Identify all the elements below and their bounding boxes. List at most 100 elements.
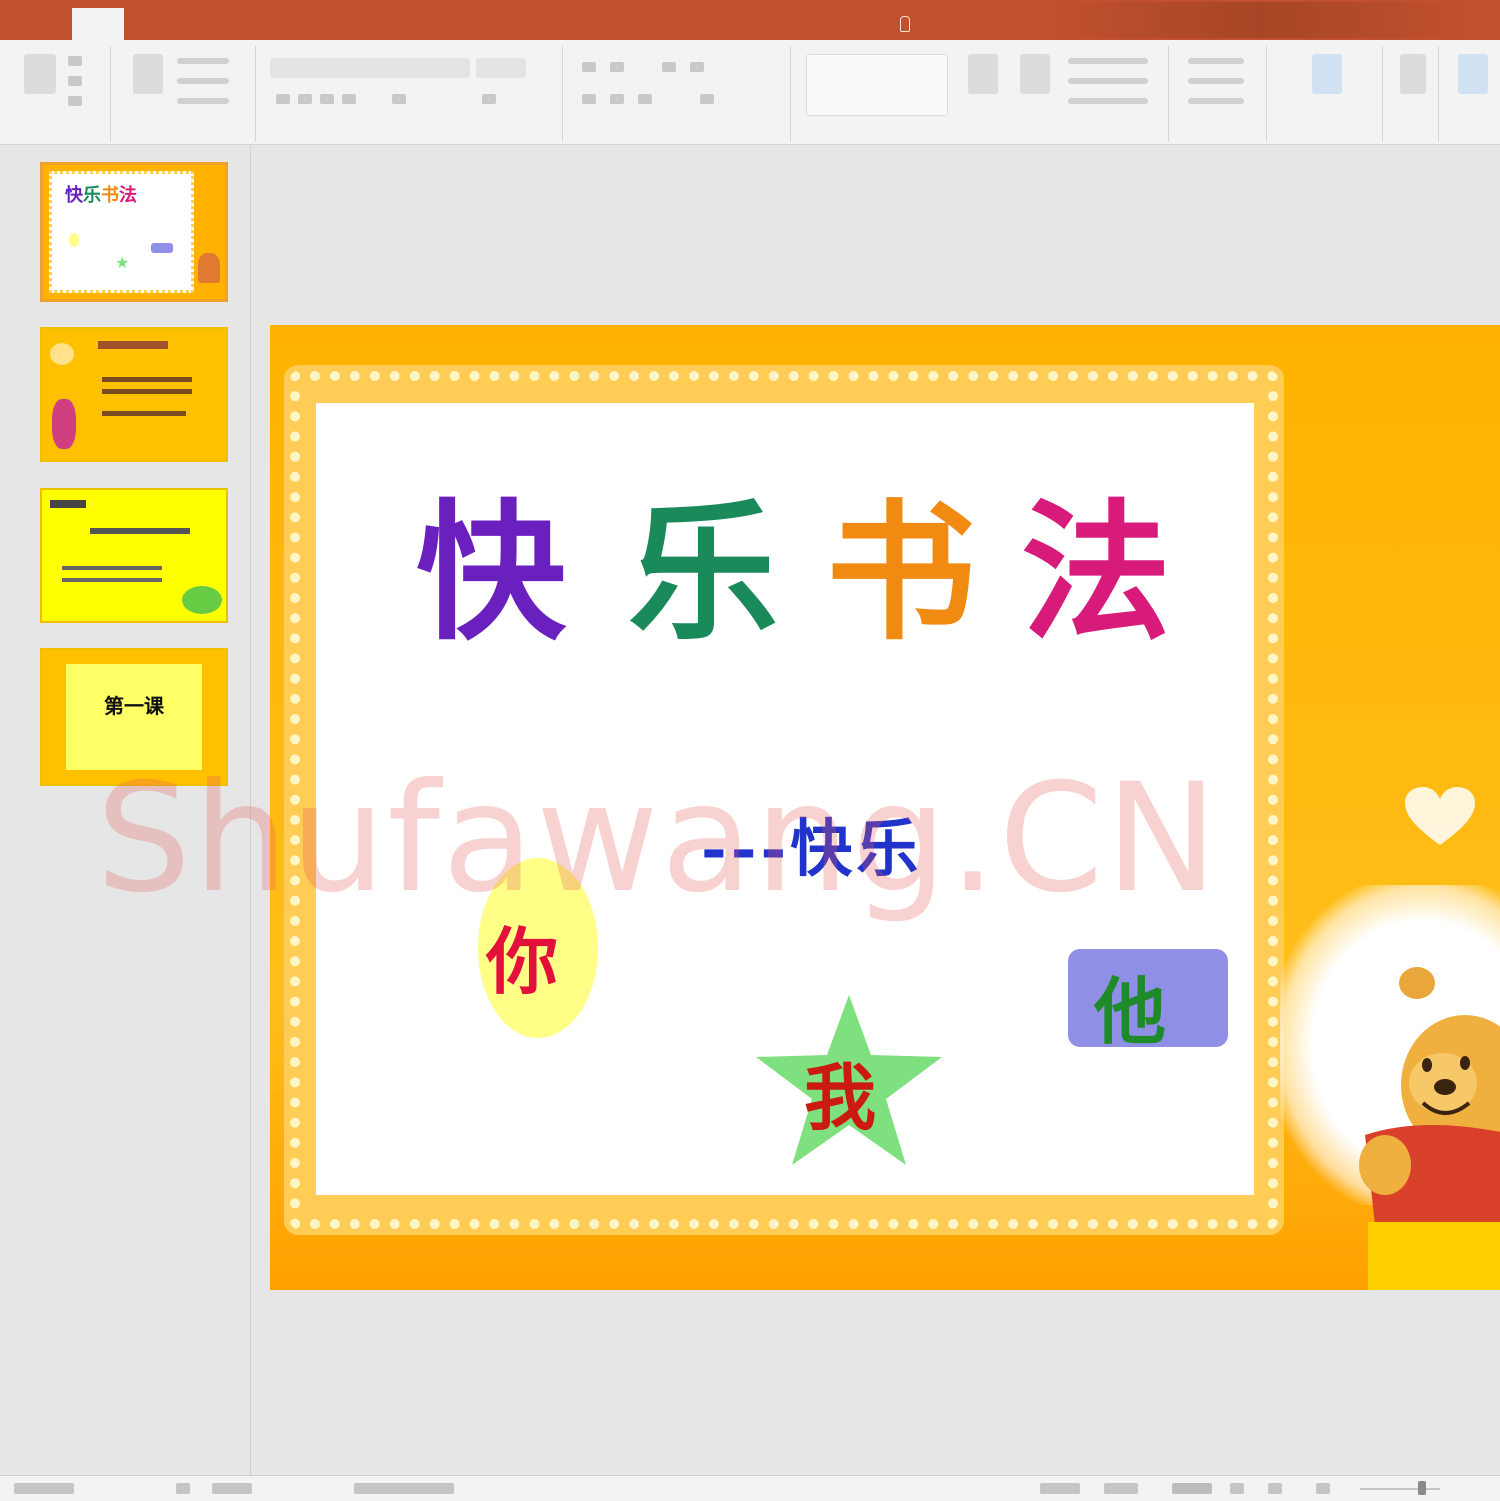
section-button[interactable] [177,98,229,104]
slideshow-icon[interactable] [1316,1483,1330,1494]
slides-group [115,46,256,142]
zoom-slider[interactable] [1360,1488,1440,1490]
font-name-select[interactable] [270,58,470,78]
heart-icon [1405,787,1475,845]
paragraph-group [570,46,791,142]
indent-icon[interactable] [662,62,676,72]
find-button[interactable] [1188,58,1244,64]
paste-icon[interactable] [24,54,56,94]
tab-review[interactable] [418,10,430,38]
thumbnail-2-heading [98,341,168,349]
status-bar [0,1475,1500,1501]
designer-group [1444,46,1500,142]
slide-thumbnail-1[interactable]: 快乐书法 ★ [40,162,228,302]
bold-icon[interactable] [276,94,290,104]
spellcheck-icon[interactable] [176,1483,190,1494]
font-group [262,46,563,142]
tell-me-search[interactable] [900,10,910,38]
reading-view-icon[interactable] [1268,1483,1282,1494]
layout-button[interactable] [177,58,229,64]
tab-file[interactable] [28,10,40,38]
thumbnail-2-figure [52,399,76,449]
char-spacing-icon[interactable] [392,94,406,104]
addin-icon[interactable] [1312,54,1342,94]
design-ideas-icon[interactable] [1458,54,1488,94]
thumbnail-2-line-2 [102,389,192,394]
thumbnail-1-oval [69,233,79,247]
line-spacing-icon[interactable] [690,62,704,72]
thumbnail-3-line-2 [62,566,162,570]
align-center-icon[interactable] [610,94,624,104]
thumbnail-1-bear [198,253,220,283]
tab-home[interactable] [72,8,124,40]
columns-icon[interactable] [700,94,714,104]
shapes-gallery[interactable] [806,54,948,116]
tab-view[interactable] [515,10,527,38]
slide-thumbnail-3[interactable] [40,488,228,623]
underline-icon[interactable] [320,94,334,104]
notes-button[interactable] [1040,1483,1080,1494]
tab-insert[interactable] [140,10,152,38]
slide-sorter-icon[interactable] [1230,1483,1244,1494]
format-painter-icon[interactable] [68,96,82,106]
thumbnail-3-line-3 [62,578,162,582]
shape-outline-button[interactable] [1068,78,1148,84]
tab-design[interactable] [195,10,207,38]
thumbnail-4-text: 第一课 [104,694,164,718]
quick-styles-icon[interactable] [1020,54,1050,94]
bear-illustration [1359,967,1500,1225]
numbering-icon[interactable] [610,62,624,72]
title-char-4[interactable]: 法 [1021,498,1171,648]
comments-button[interactable] [1104,1483,1138,1494]
normal-view-icon[interactable] [1172,1483,1212,1494]
accessibility-indicator[interactable] [354,1483,454,1494]
bullets-icon[interactable] [582,62,596,72]
align-left-icon[interactable] [582,94,596,104]
thumbnail-2-line-1 [102,377,192,382]
thumbnail-1-star: ★ [115,253,130,272]
title-char-1[interactable]: 快 [416,498,566,648]
thumbnail-1-rect [151,243,173,253]
language-indicator[interactable] [212,1483,252,1494]
tab-slideshow[interactable] [362,10,374,38]
arrange-icon[interactable] [968,54,998,94]
title-char-3[interactable]: 书 [826,498,976,648]
ribbon-tab-bar [0,0,1500,40]
shape-fill-button[interactable] [1068,58,1148,64]
font-color-icon[interactable] [482,94,496,104]
thumb-title-char-4: 法 [119,185,137,206]
drawing-group [798,46,1169,142]
title-bar-decoration [1050,2,1470,38]
dictate-icon[interactable] [1400,54,1426,94]
addin-group [1272,46,1383,142]
thumbnail-1-title: 快乐书法 [65,181,137,207]
cut-icon[interactable] [68,56,82,66]
tab-animations[interactable] [305,10,317,38]
tab-pdf[interactable] [680,10,692,38]
zoom-slider-handle[interactable] [1418,1481,1426,1495]
align-right-icon[interactable] [638,94,652,104]
replace-button[interactable] [1188,78,1244,84]
tab-help[interactable] [568,10,580,38]
italic-icon[interactable] [298,94,312,104]
thumbnail-3-figure [182,586,222,614]
tab-extra[interactable] [818,10,830,38]
title-char-2[interactable]: 乐 [628,498,778,648]
select-button[interactable] [1188,98,1244,104]
tab-format[interactable] [736,10,748,38]
shape-effects-button[interactable] [1068,98,1148,104]
copy-icon[interactable] [68,76,82,86]
reset-button[interactable] [177,78,229,84]
tab-addins[interactable] [624,10,636,38]
new-slide-icon[interactable] [133,54,163,94]
me-text[interactable]: 我 [804,1039,876,1144]
tab-transitions[interactable] [250,10,262,38]
slide-thumbnail-2[interactable] [40,327,228,462]
font-size-select[interactable] [476,58,526,78]
he-text[interactable]: 他 [1094,953,1166,1058]
lightbulb-icon [900,15,910,32]
thumb-title-char-2: 乐 [83,185,101,206]
editing-group [1176,46,1267,142]
shadow-icon[interactable] [342,94,356,104]
thumbnail-3-heading [50,500,86,508]
